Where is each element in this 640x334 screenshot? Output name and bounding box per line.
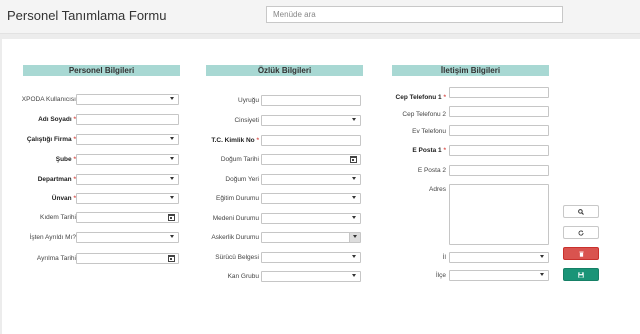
chevron-down-icon [352, 255, 356, 258]
label-ayrilma-tarihi: Ayrılma Tarihi [36, 255, 76, 262]
save-icon [578, 271, 584, 278]
label-kan-grubu: Kan Grubu [227, 273, 259, 280]
calistigi-firma-select[interactable] [76, 134, 179, 145]
cep-telefonu-2-input[interactable] [449, 106, 549, 117]
label-adres: Adres [429, 186, 446, 193]
chevron-down-icon [352, 177, 356, 180]
chevron-down-icon [170, 235, 174, 238]
il-select[interactable] [449, 252, 549, 263]
chevron-down-icon [540, 255, 544, 258]
label-surucu-belgesi: Sürücü Belgesi [215, 254, 259, 261]
section-header-ozluk: Özlük Bilgileri [206, 65, 363, 76]
kan-grubu-select[interactable] [261, 271, 361, 282]
label-unvan: Ünvan * [51, 195, 76, 202]
chevron-down-icon [352, 196, 356, 199]
label-askerlik-durumu: Askerlik Durumu [211, 234, 259, 241]
label-cinsiyeti: Cinsiyeti [234, 117, 259, 124]
label-cep-telefonu-1: Cep Telefonu 1 * [395, 94, 446, 101]
unvan-select[interactable] [76, 193, 179, 204]
refresh-icon [578, 229, 584, 236]
calendar-icon[interactable] [168, 214, 175, 221]
chevron-down-icon [352, 216, 356, 219]
delete-button[interactable] [563, 247, 599, 260]
label-ev-telefonu: Ev Telefonu [412, 128, 446, 135]
label-dogum-yeri: Doğum Yeri [225, 176, 259, 183]
calendar-icon[interactable] [168, 255, 175, 262]
medeni-durumu-select[interactable] [261, 213, 361, 224]
chevron-down-icon [170, 196, 174, 199]
chevron-down-icon [540, 273, 544, 276]
departman-select[interactable] [76, 174, 179, 185]
chevron-down-icon [170, 97, 174, 100]
dropdown-button[interactable] [349, 233, 360, 242]
menu-search-input[interactable] [266, 6, 563, 23]
refresh-button[interactable] [563, 226, 599, 239]
top-bar: Personel Tanımlama Formu [0, 0, 640, 34]
xpoda-kullanici-select[interactable] [76, 94, 179, 105]
search-button[interactable] [563, 205, 599, 218]
label-medeni-durumu: Medeni Durumu [212, 215, 259, 222]
chevron-down-icon [353, 235, 357, 238]
chevron-down-icon [352, 274, 356, 277]
chevron-down-icon [170, 157, 174, 160]
ilce-select[interactable] [449, 270, 549, 281]
trash-icon [578, 251, 584, 257]
cep-telefonu-1-input[interactable] [449, 87, 549, 98]
sube-select[interactable] [76, 154, 179, 165]
label-e-posta-2: E Posta 2 [417, 167, 446, 174]
form-card: Personel Bilgileri Özlük Bilgileri İleti… [2, 39, 640, 334]
label-xpoda-kullanici: XPODA Kullanıcısı [21, 96, 76, 103]
save-button[interactable] [563, 268, 599, 281]
label-kidem-tarihi: Kıdem Tarihi [39, 214, 76, 221]
cinsiyeti-select[interactable] [261, 115, 361, 126]
isten-ayrildi-select[interactable] [76, 232, 179, 243]
ayrilma-tarihi-input[interactable] [76, 253, 179, 264]
section-header-iletisim: İletişim Bilgileri [392, 65, 549, 76]
e-posta-1-input[interactable] [449, 145, 549, 156]
uyrugu-input[interactable] [261, 95, 361, 106]
adres-textarea[interactable] [449, 184, 549, 245]
tc-kimlik-input[interactable] [261, 135, 361, 146]
chevron-down-icon [170, 177, 174, 180]
kidem-tarihi-input[interactable] [76, 212, 179, 223]
label-departman: Departman * [37, 176, 76, 183]
label-uyrugu: Uyruğu [238, 97, 259, 104]
label-il: İl [442, 254, 446, 261]
e-posta-2-input[interactable] [449, 165, 549, 176]
section-header-personel: Personel Bilgileri [23, 65, 180, 76]
label-sube: Şube * [55, 156, 76, 163]
chevron-down-icon [352, 118, 356, 121]
ad-soyad-input[interactable] [76, 114, 179, 125]
label-isten-ayrildi: İşten Ayrıldı Mı? [29, 234, 76, 241]
page-title: Personel Tanımlama Formu [7, 8, 167, 23]
label-calistigi-firma: Çalıştığı Firma * [26, 136, 76, 143]
label-dogum-tarihi: Doğum Tarihi [220, 156, 259, 163]
search-icon [578, 208, 584, 215]
egitim-durumu-select[interactable] [261, 193, 361, 204]
ev-telefonu-input[interactable] [449, 125, 549, 136]
askerlik-durumu-select[interactable] [261, 232, 361, 243]
label-ad-soyad: Adı Soyadı * [38, 116, 76, 123]
label-ilce: İlçe [435, 272, 446, 279]
label-e-posta-1: E Posta 1 * [412, 147, 446, 154]
surucu-belgesi-select[interactable] [261, 252, 361, 263]
chevron-down-icon [170, 137, 174, 140]
label-cep-telefonu-2: Cep Telefonu 2 [402, 111, 446, 118]
dogum-tarihi-input[interactable] [261, 154, 361, 165]
calendar-icon[interactable] [350, 156, 357, 163]
label-tc-kimlik: T.C. Kimlik No * [211, 137, 259, 144]
label-egitim-durumu: Eğitim Durumu [216, 195, 259, 202]
dogum-yeri-select[interactable] [261, 174, 361, 185]
